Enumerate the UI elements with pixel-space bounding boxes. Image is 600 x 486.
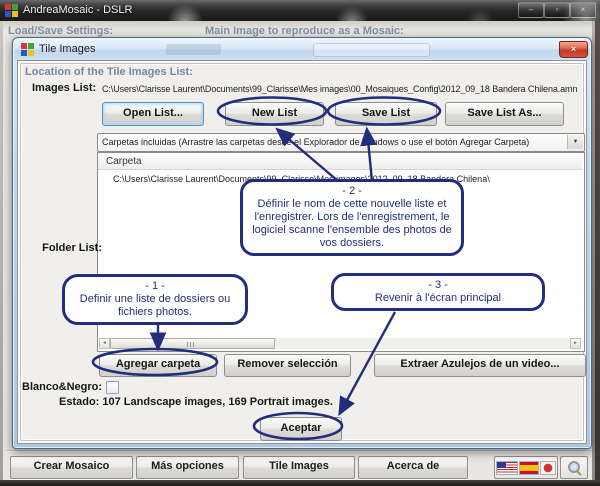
close-icon[interactable]: × xyxy=(570,2,596,18)
scrollbar-thumb[interactable] xyxy=(110,338,275,349)
maximize-icon[interactable]: ▫ xyxy=(544,2,570,18)
folders-dropdown[interactable]: Carpetas incluidas (Arrastre las carpeta… xyxy=(97,133,585,152)
mas-opciones-button[interactable]: Más opciones xyxy=(136,456,239,479)
main-window-titlebar: AndreaMosaic - DSLR – ▫ × xyxy=(0,0,600,21)
callout-step-2: - 2 - Définir le nom de cette nouvelle l… xyxy=(240,179,464,256)
callout-step-1: - 1 - Definir une liste de dossiers ou f… xyxy=(62,274,248,325)
save-list-as-button[interactable]: Save List As... xyxy=(445,102,564,126)
crear-mosaico-button[interactable]: Crear Mosaico xyxy=(10,456,133,479)
japan-flag-icon xyxy=(541,462,555,474)
minimize-icon[interactable]: – xyxy=(518,2,544,18)
open-list-button[interactable]: Open List... xyxy=(102,102,204,126)
app-mosaic-icon xyxy=(5,4,18,17)
callout-1-text: Definir une liste de dossiers ou fichier… xyxy=(70,293,240,319)
status-text: Estado: 107 Landscape images, 169 Portra… xyxy=(59,396,333,408)
callout-2-title: - 2 - xyxy=(248,185,456,198)
agregar-carpeta-button[interactable]: Agregar carpeta xyxy=(99,354,217,377)
location-header: Location of the Tile Images List: xyxy=(25,66,193,78)
remover-seleccion-button[interactable]: Remover selección xyxy=(224,354,351,377)
toolbar-separator xyxy=(6,450,589,451)
scroll-left-icon[interactable]: ◄ xyxy=(99,338,110,349)
main-window-title: AndreaMosaic - DSLR xyxy=(23,0,132,21)
tile-images-button[interactable]: Tile Images xyxy=(243,456,355,479)
blanco-negro-label: Blanco&Negro: xyxy=(22,381,102,393)
callout-1-title: - 1 - xyxy=(70,280,240,293)
save-list-button[interactable]: Save List xyxy=(335,102,437,126)
folder-list-label: Folder List: xyxy=(37,242,102,254)
callout-2-text: Définir le nom de cette nouvelle liste e… xyxy=(248,198,456,250)
dialog-close-icon[interactable]: × xyxy=(559,41,588,58)
images-list-label: Images List: xyxy=(32,82,96,94)
dialog-titlebar[interactable]: Tile Images × xyxy=(14,39,590,60)
extraer-azulejos-button[interactable]: Extraer Azulejos de un video... xyxy=(374,354,586,377)
search-button[interactable] xyxy=(560,456,588,479)
load-save-settings-label: Load/Save Settings: xyxy=(8,25,113,37)
folders-dropdown-value: Carpetas incluidas (Arrastre las carpeta… xyxy=(102,134,562,150)
aceptar-button[interactable]: Aceptar xyxy=(260,417,342,441)
glass-ghost xyxy=(314,44,429,56)
glass-ghost xyxy=(166,44,221,55)
window-left-edge xyxy=(0,21,3,480)
dialog-title: Tile Images xyxy=(39,39,95,60)
scroll-right-icon[interactable]: ► xyxy=(570,338,581,349)
blanco-negro-checkbox[interactable] xyxy=(106,381,119,394)
dialog-mosaic-icon xyxy=(21,43,34,56)
main-image-label: Main Image to reproduce as a Mosaic: xyxy=(205,25,404,37)
chevron-down-icon: ▼ xyxy=(567,135,583,149)
callout-3-title: - 3 - xyxy=(339,279,537,292)
callout-3-text: Revenir à l'écran principal xyxy=(339,292,537,305)
new-list-button[interactable]: New List xyxy=(225,102,324,126)
spain-flag-icon xyxy=(520,462,538,474)
images-list-path: C:\Users\Clarisse Laurent\Documents\99_C… xyxy=(102,84,584,94)
horizontal-scrollbar[interactable]: ◄ ► xyxy=(99,338,581,349)
desktop-right-strip xyxy=(595,21,600,480)
language-flags-button[interactable] xyxy=(494,456,558,479)
scrollbar-grip xyxy=(187,342,194,347)
acerca-de-button[interactable]: Acerca de xyxy=(358,456,468,479)
carpeta-column-header[interactable]: Carpeta xyxy=(98,153,582,170)
us-flag-icon xyxy=(497,462,517,474)
callout-step-3: - 3 - Revenir à l'écran principal xyxy=(331,273,545,311)
desktop-bottom-strip xyxy=(0,480,600,486)
search-icon xyxy=(568,461,580,473)
